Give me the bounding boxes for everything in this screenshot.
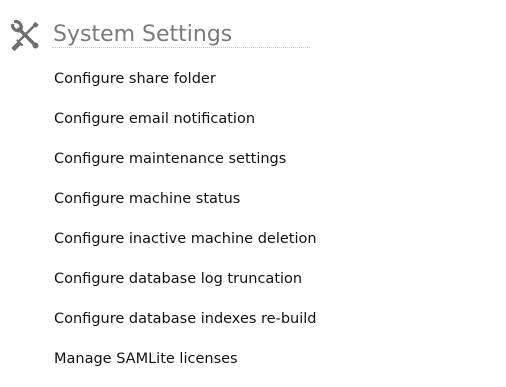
settings-link-list: Configure share folder Configure email n… (54, 66, 317, 386)
configure-inactive-machine-deletion-link[interactable]: Configure inactive machine deletion (54, 231, 317, 247)
list-item: Manage SAMLite licenses (54, 346, 317, 386)
configure-machine-status-link[interactable]: Configure machine status (54, 191, 240, 207)
configure-share-folder-link[interactable]: Configure share folder (54, 71, 216, 87)
list-item: Configure maintenance settings (54, 146, 317, 186)
configure-database-log-truncation-link[interactable]: Configure database log truncation (54, 271, 302, 287)
configure-maintenance-settings-link[interactable]: Configure maintenance settings (54, 151, 286, 167)
tools-icon (8, 18, 42, 52)
system-settings-panel: System Settings Configure share folder C… (0, 0, 506, 387)
list-item: Configure share folder (54, 66, 317, 106)
configure-email-notification-link[interactable]: Configure email notification (54, 111, 255, 127)
manage-samlite-licenses-link[interactable]: Manage SAMLite licenses (54, 351, 238, 367)
list-item: Configure database log truncation (54, 266, 317, 306)
configure-database-indexes-rebuild-link[interactable]: Configure database indexes re-build (54, 311, 316, 327)
list-item: Configure inactive machine deletion (54, 226, 317, 266)
list-item: Configure email notification (54, 106, 317, 146)
title-divider (52, 47, 310, 48)
list-item: Configure machine status (54, 186, 317, 226)
list-item: Configure database indexes re-build (54, 306, 317, 346)
